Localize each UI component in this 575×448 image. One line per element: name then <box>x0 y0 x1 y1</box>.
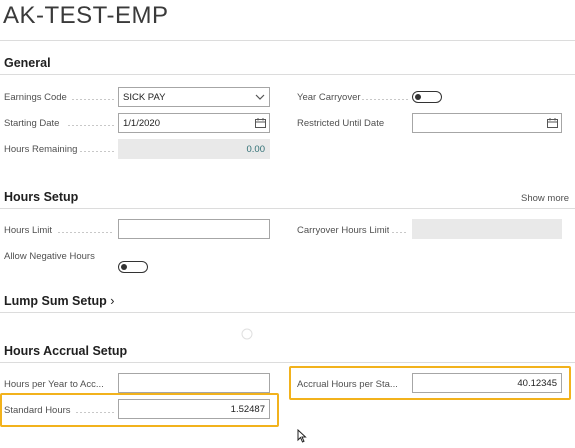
allow-negative-hours-toggle[interactable] <box>118 261 148 273</box>
section-divider-hours-accrual <box>0 362 575 363</box>
toggle-knob <box>121 263 127 270</box>
earnings-code-select[interactable]: SICK PAY <box>118 87 270 107</box>
section-title-general[interactable]: General <box>4 56 51 70</box>
carryover-hours-limit-field <box>412 219 562 239</box>
title-divider <box>0 40 575 41</box>
year-carryover-label: Year Carryover <box>297 92 361 103</box>
section-title-hours-setup[interactable]: Hours Setup <box>4 190 78 204</box>
earnings-code-label: Earnings Code <box>4 92 67 103</box>
page-title: AK-TEST-EMP <box>3 2 169 29</box>
starting-date-label: Starting Date <box>4 118 60 129</box>
label-leader-dots <box>362 99 408 100</box>
restricted-until-date-label: Restricted Until Date <box>297 118 385 129</box>
calendar-icon[interactable] <box>543 114 561 132</box>
hours-per-year-field[interactable] <box>118 373 270 393</box>
label-leader-dots <box>68 125 114 126</box>
accrual-hours-highlight <box>289 366 571 400</box>
hours-remaining-field: 0.00 <box>118 139 270 159</box>
label-leader-dots <box>392 232 408 233</box>
chevron-right-icon: › <box>110 294 115 308</box>
section-divider-general <box>0 74 575 75</box>
carryover-hours-limit-label: Carryover Hours Limit <box>297 225 390 236</box>
section-title-lump-sum-setup[interactable]: Lump Sum Setup › <box>4 294 114 308</box>
standard-hours-highlight <box>0 393 279 427</box>
calendar-icon[interactable] <box>251 114 269 132</box>
year-carryover-toggle[interactable] <box>412 91 442 103</box>
hours-per-year-label: Hours per Year to Acc... <box>4 379 104 390</box>
label-leader-dots <box>58 232 114 233</box>
hours-remaining-value: 0.00 <box>246 143 266 155</box>
hours-limit-field[interactable] <box>118 219 270 239</box>
allow-negative-hours-label: Allow Negative Hours <box>4 251 95 262</box>
section-divider-hours-setup <box>0 208 575 209</box>
mouse-pointer-icon <box>297 428 307 448</box>
lump-sum-setup-label: Lump Sum Setup <box>4 294 107 308</box>
restricted-until-date-field[interactable] <box>412 113 562 133</box>
starting-date-value: 1/1/2020 <box>123 117 160 129</box>
faint-graphic <box>240 327 254 341</box>
earnings-code-value: SICK PAY <box>123 91 166 103</box>
section-title-hours-accrual-setup[interactable]: Hours Accrual Setup <box>4 344 127 358</box>
label-leader-dots <box>72 99 114 100</box>
show-more-link[interactable]: Show more <box>521 193 569 204</box>
toggle-knob <box>415 93 421 100</box>
chevron-down-icon[interactable] <box>251 88 269 106</box>
starting-date-field[interactable]: 1/1/2020 <box>118 113 270 133</box>
hours-limit-label: Hours Limit <box>4 225 53 236</box>
hours-remaining-label: Hours Remaining <box>4 144 78 155</box>
label-leader-dots <box>80 151 114 152</box>
section-divider-lump-sum <box>0 312 575 313</box>
